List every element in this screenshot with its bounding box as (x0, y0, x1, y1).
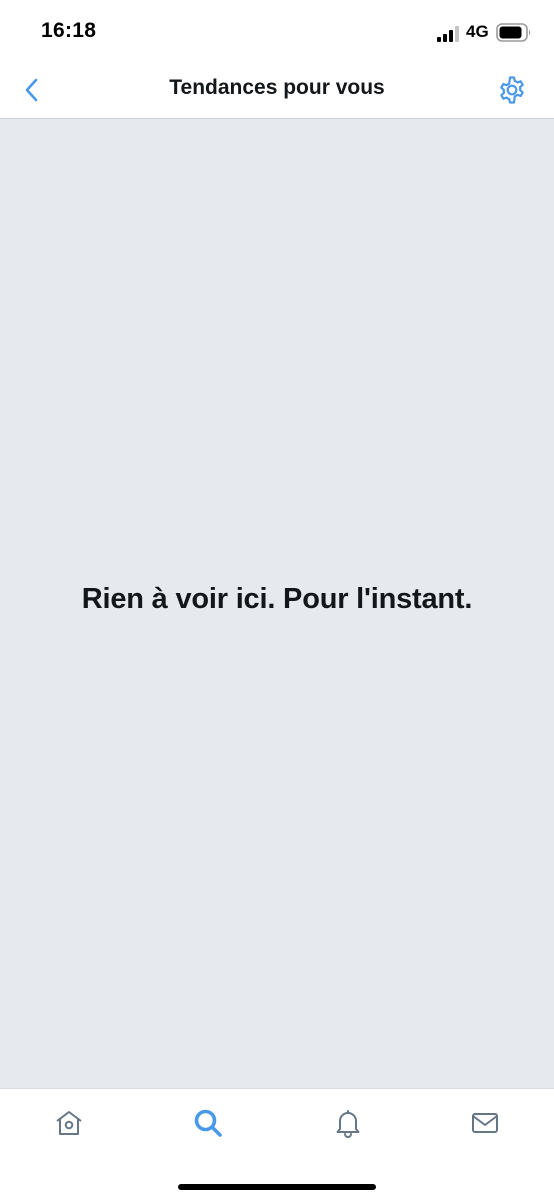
tab-notifications[interactable] (330, 1105, 366, 1141)
tab-home[interactable] (51, 1105, 87, 1141)
nav-bar: Tendances pour vous (0, 62, 554, 119)
network-type-label: 4G (466, 22, 489, 41)
envelope-icon (472, 1113, 498, 1133)
page-title: Tendances pour vous (169, 76, 385, 99)
status-bar: 16:18 4G (0, 0, 554, 62)
home-indicator (178, 1184, 376, 1190)
trends-content: Rien à voir ici. Pour l'instant. (0, 119, 554, 1088)
tab-search[interactable] (190, 1105, 226, 1141)
home-icon (56, 1111, 82, 1135)
status-time: 16:18 (41, 19, 97, 42)
gear-icon (500, 76, 524, 104)
cellular-signal-icon (437, 26, 459, 42)
tab-bar (0, 1088, 554, 1200)
empty-state-message: Rien à voir ici. Pour l'instant. (81, 583, 473, 615)
battery-icon (496, 23, 531, 42)
search-icon (194, 1109, 222, 1137)
bell-icon (336, 1110, 360, 1138)
tab-messages[interactable] (467, 1105, 503, 1141)
screen: 16:18 4G Tendances pour vous Rien à voir… (0, 0, 554, 1200)
settings-button[interactable] (494, 72, 530, 108)
